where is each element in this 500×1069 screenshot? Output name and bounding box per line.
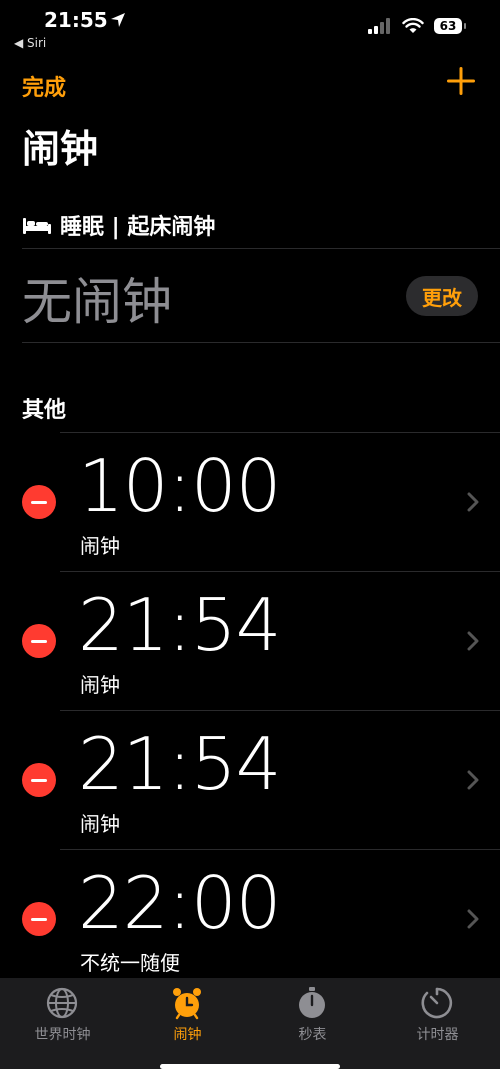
alarm-label: 闹钟 <box>80 812 120 836</box>
bed-icon <box>23 218 51 234</box>
tab-stopwatch[interactable]: 秒表 <box>250 978 375 1069</box>
tab-alarm[interactable]: 闹钟 <box>125 978 250 1069</box>
back-to-siri-link[interactable]: ◀ Siri <box>14 36 46 50</box>
done-button[interactable]: 完成 <box>22 70 66 102</box>
alarm-time: 21:54 <box>78 722 281 806</box>
chevron-right-icon <box>467 909 479 929</box>
battery-indicator: 63 <box>434 18 466 34</box>
sleep-section-header: 睡眠 | 起床闹钟 <box>22 209 215 241</box>
sleep-header-label: 睡眠 | 起床闹钟 <box>60 215 216 240</box>
tab-world-clock[interactable]: 世界时钟 <box>0 978 125 1069</box>
divider <box>22 248 500 249</box>
chevron-right-icon <box>467 770 479 790</box>
chevron-right-icon <box>467 631 479 651</box>
delete-minus-icon[interactable] <box>22 485 56 519</box>
delete-minus-icon[interactable] <box>22 624 56 658</box>
location-arrow-icon <box>111 13 125 27</box>
tab-label: 计时器 <box>416 1027 459 1043</box>
change-sleep-button[interactable]: 更改 <box>406 276 478 316</box>
alarm-time: 10:00 <box>78 444 281 528</box>
page-title: 闹钟 <box>22 127 99 171</box>
chevron-right-icon <box>467 492 479 512</box>
alarm-time: 21:54 <box>78 583 281 667</box>
status-indicators: 63 <box>368 18 466 34</box>
add-alarm-plus-icon[interactable] <box>446 66 476 96</box>
alarm-label: 闹钟 <box>80 673 120 697</box>
no-alarm-text: 无闹钟 <box>22 273 172 331</box>
tab-timer[interactable]: 计时器 <box>375 978 500 1069</box>
alarm-time: 22:00 <box>78 861 281 945</box>
alarm-label: 闹钟 <box>80 534 120 558</box>
alarm-row[interactable]: 21:54 闹钟 <box>0 571 500 710</box>
status-time: 21:55 <box>44 8 108 32</box>
status-bar: 21:55 ◀ Siri 63 <box>0 0 500 60</box>
other-section-label: 其他 <box>22 398 67 423</box>
stopwatch-icon <box>299 987 325 1018</box>
alarm-clock-icon <box>173 988 201 1020</box>
tab-bar: 世界时钟 闹钟 秒表 计时器 <box>0 978 500 1069</box>
alarm-row[interactable]: 10:00 闹钟 <box>0 432 500 571</box>
globe-icon <box>46 987 78 1019</box>
alarm-row[interactable]: 22:00 不统一随便 <box>0 849 500 978</box>
cellular-signal-icon <box>368 18 390 34</box>
delete-minus-icon[interactable] <box>22 763 56 797</box>
alarm-row[interactable]: 21:54 闹钟 <box>0 710 500 849</box>
divider <box>22 342 500 343</box>
timer-icon <box>421 987 453 1019</box>
tab-label: 世界时钟 <box>34 1027 91 1043</box>
tab-label: 秒表 <box>298 1027 327 1043</box>
tab-label: 闹钟 <box>173 1027 202 1043</box>
delete-minus-icon[interactable] <box>22 902 56 936</box>
wifi-icon <box>402 18 424 33</box>
alarm-label: 不统一随便 <box>80 951 180 975</box>
home-indicator <box>160 1064 340 1069</box>
